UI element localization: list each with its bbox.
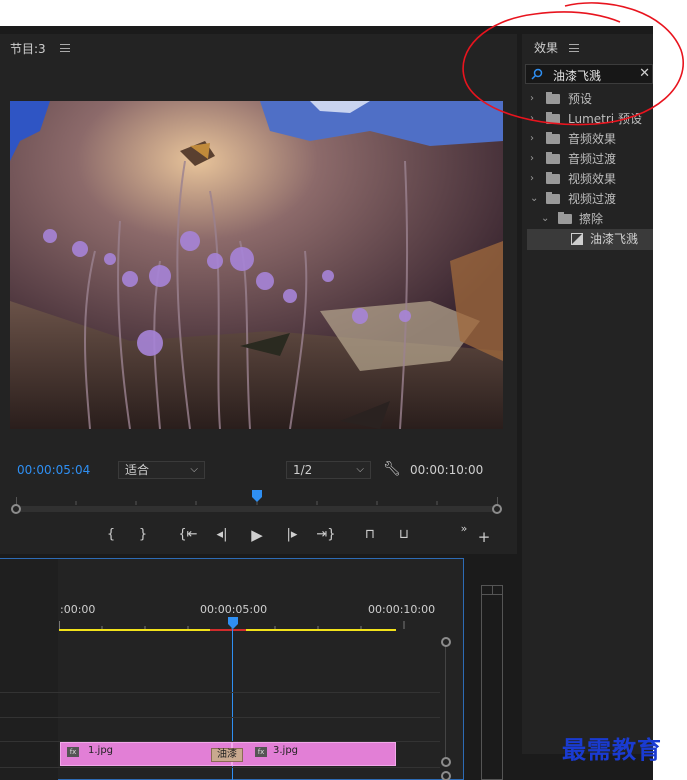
timeline-time-ruler[interactable]	[59, 618, 439, 629]
clip-3[interactable]: fx 3.jpg	[232, 742, 396, 766]
resolution-dropdown[interactable]: 1/2 ⌵	[286, 461, 371, 479]
extract-icon[interactable]: ⊔	[393, 526, 415, 544]
play-icon[interactable]: ▶	[248, 526, 266, 544]
clip-name: 1.jpg	[88, 745, 114, 756]
tree-item-audio-effects[interactable]: › 音频效果	[527, 129, 653, 149]
chevron-right-icon: ›	[530, 173, 534, 184]
more-controls-icon[interactable]: »	[457, 520, 471, 538]
tree-item-label: 视频过渡	[568, 192, 617, 206]
video-frame-image	[10, 101, 503, 429]
track-separator	[0, 717, 440, 718]
monitor-playhead[interactable]	[251, 490, 263, 502]
monitor-zoom-scrollbar[interactable]	[16, 506, 498, 512]
tree-item-label: 擦除	[579, 212, 604, 226]
duration-timecode: 00:00:10:00	[410, 463, 484, 477]
transition-on-clip[interactable]: 油漆	[211, 748, 243, 762]
folder-icon	[546, 132, 560, 144]
zoom-handle-left[interactable]	[11, 504, 21, 514]
tree-item-audio-transitions[interactable]: › 音频过渡	[527, 149, 653, 169]
add-button-icon[interactable]: +	[477, 528, 491, 546]
ruler-label-start: :00:00	[60, 603, 96, 616]
chevron-right-icon: ›	[530, 153, 534, 164]
annotation-circle	[462, 2, 684, 126]
tree-item-label: 视频效果	[568, 172, 617, 186]
chevron-down-icon: ⌄	[541, 213, 550, 224]
folder-icon	[546, 192, 560, 204]
wrench-icon[interactable]: 🔧︎	[383, 461, 401, 477]
panel-menu-icon[interactable]	[60, 44, 70, 52]
track-headers	[0, 559, 58, 780]
chevron-down-icon: ⌵	[190, 464, 198, 475]
tree-item-label: 音频效果	[568, 132, 617, 146]
tree-item-video-effects[interactable]: › 视频效果	[527, 169, 653, 189]
clip-1[interactable]: fx 1.jpg	[60, 742, 232, 766]
program-video-frame	[10, 101, 503, 429]
fit-dropdown-value: 适合	[125, 463, 150, 477]
tree-item-label: 油漆飞溅	[590, 232, 639, 246]
go-to-in-icon[interactable]: {⇤	[178, 526, 198, 544]
mark-in-icon[interactable]: {	[104, 526, 118, 544]
tree-item-video-transitions[interactable]: ⌄ 视频过渡	[527, 189, 653, 209]
track-separator	[0, 692, 440, 693]
resolution-dropdown-value: 1/2	[293, 463, 313, 477]
timeline-playhead[interactable]	[227, 617, 239, 629]
tree-item-paint-splatter[interactable]: 油漆飞溅	[527, 229, 653, 249]
step-back-icon[interactable]: ◂|	[213, 526, 231, 544]
scrollbar-handle-extra[interactable]	[441, 771, 451, 780]
tree-item-wipe[interactable]: ⌄ 擦除	[527, 209, 653, 229]
program-monitor-header: 节目:3	[0, 34, 517, 60]
scrollbar-handle-bottom[interactable]	[441, 757, 451, 767]
tree-item-label: 音频过渡	[568, 152, 617, 166]
folder-icon	[546, 152, 560, 164]
zoom-handle-right[interactable]	[492, 504, 502, 514]
audio-meter	[481, 585, 503, 780]
scrollbar-handle-top[interactable]	[441, 637, 451, 647]
transition-label: 油漆	[217, 749, 237, 760]
mark-out-icon[interactable]: }	[136, 526, 150, 544]
folder-icon	[558, 212, 572, 224]
track-separator	[0, 767, 440, 768]
ruler-label-mid: 00:00:05:00	[200, 603, 268, 616]
step-forward-icon[interactable]: |▸	[283, 526, 301, 544]
clip-name: 3.jpg	[273, 745, 299, 756]
lift-icon[interactable]: ⊓	[359, 526, 381, 544]
effects-list-divider	[527, 249, 653, 250]
current-timecode[interactable]: 00:00:05:04	[17, 463, 90, 477]
ruler-label-end: 00:00:10:00	[368, 603, 436, 616]
chevron-right-icon: ›	[530, 133, 534, 144]
fx-badge-icon: fx	[255, 747, 267, 757]
fx-badge-icon: fx	[67, 747, 79, 757]
chevron-down-icon: ⌵	[356, 464, 364, 475]
go-to-out-icon[interactable]: ⇥}	[316, 526, 336, 544]
program-monitor-title[interactable]: 节目:3	[10, 40, 46, 57]
render-bar	[210, 629, 246, 631]
fit-dropdown[interactable]: 适合 ⌵	[118, 461, 205, 479]
folder-icon	[546, 172, 560, 184]
watermark-text: 最需教育	[562, 735, 662, 764]
transition-icon	[571, 233, 583, 245]
chevron-down-icon: ⌄	[530, 193, 539, 204]
timeline-scrollbar-track[interactable]	[445, 642, 446, 762]
